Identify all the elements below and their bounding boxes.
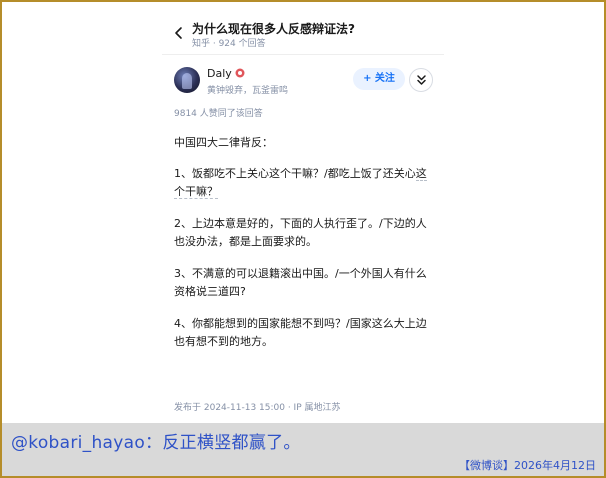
- answer-item-text: 2、上边本意是好的，下面的人执行歪了。/下边的人也没办法，都是上面要求的。: [174, 217, 427, 248]
- upvote-count: 9814 人赞同了该回答: [174, 109, 263, 119]
- answer-item-1: 1、饭都吃不上关心这个干嘛？/都吃上饭了还关心这个干嘛？: [174, 165, 436, 201]
- answer-body: 中国四大二律背反： 1、饭都吃不上关心这个干嘛？/都吃上饭了还关心这个干嘛？ 2…: [174, 134, 436, 365]
- caption-source: 【微博谈】2026年4月12日: [459, 459, 596, 472]
- back-arrow-icon[interactable]: [172, 26, 186, 40]
- red-badge-icon: [235, 68, 245, 78]
- question-header: 为什么现在很多人反感辩证法? 知乎 · 924 个回答: [162, 10, 444, 52]
- answer-item-2: 2、上边本意是好的，下面的人执行歪了。/下边的人也没办法，都是上面要求的。: [174, 215, 436, 251]
- avatar-figure: [182, 73, 192, 89]
- caption-text: @kobari_hayao：反正横竖都赢了。: [11, 433, 301, 453]
- question-meta: 知乎 · 924 个回答: [192, 39, 266, 49]
- avatar[interactable]: [174, 67, 200, 93]
- post-meta: 发布于 2024-11-13 15:00 · IP 属地江苏: [174, 403, 341, 413]
- answer-item-3: 3、不满意的可以退籍滚出中国。/一个外国人有什么资格说三道四?: [174, 265, 436, 301]
- answer-item-text: 4、你都能想到的国家能想不到吗？/国家这么大上边也有想不到的地方。: [174, 317, 427, 348]
- header-divider: [162, 54, 444, 55]
- expand-button[interactable]: [409, 68, 433, 92]
- answer-item-4: 4、你都能想到的国家能想不到吗？/国家这么大上边也有想不到的地方。: [174, 315, 436, 351]
- caption-bar: @kobari_hayao：反正横竖都赢了。 【微博谈】2026年4月12日: [2, 423, 604, 476]
- author-bio: 黄钟毁弃，瓦釜雷鸣: [207, 86, 289, 96]
- answer-item-text: 3、不满意的可以退籍滚出中国。/一个外国人有什么资格说三道四?: [174, 267, 427, 298]
- answer-intro: 中国四大二律背反：: [174, 136, 273, 149]
- answer-card: 为什么现在很多人反感辩证法? 知乎 · 924 个回答 Daly 黄钟毁弃，瓦釜…: [162, 10, 444, 420]
- follow-button[interactable]: + 关注: [353, 68, 405, 90]
- answer-item-text: 1、饭都吃不上关心这个干嘛？/都吃上饭了还关心: [174, 167, 416, 180]
- double-chevron-down-icon: [417, 75, 426, 85]
- question-title[interactable]: 为什么现在很多人反感辩证法?: [192, 20, 355, 37]
- author-name[interactable]: Daly: [207, 67, 232, 80]
